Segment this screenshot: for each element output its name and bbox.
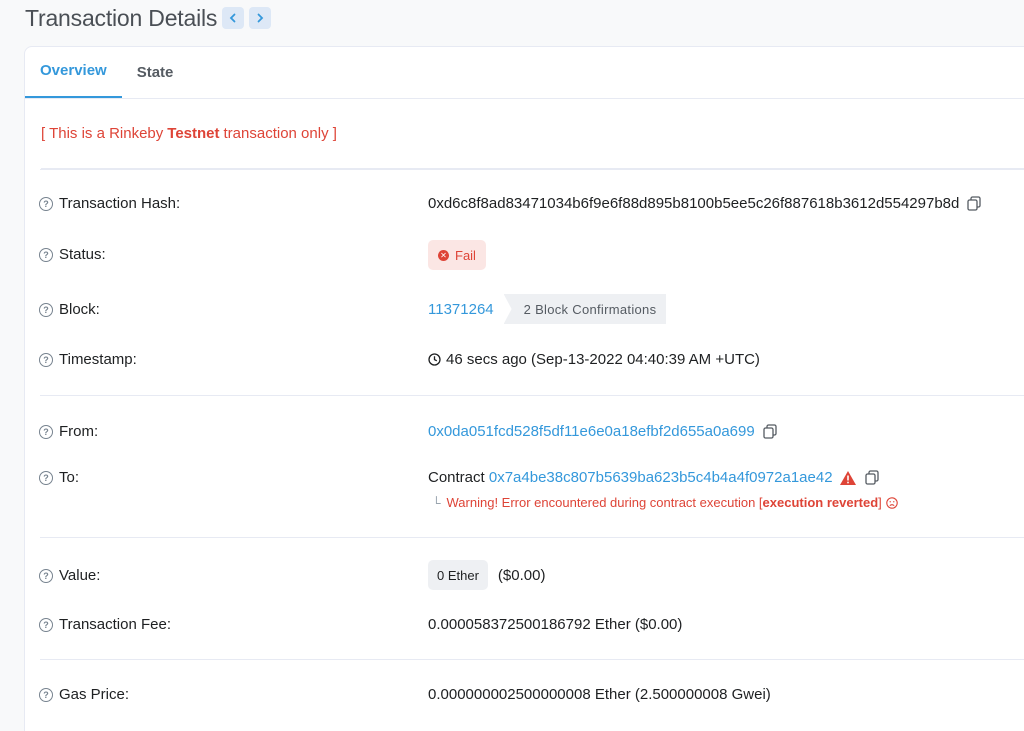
divider [40, 659, 1024, 660]
warning-prefix: Warning! Error encountered during contra… [446, 495, 763, 510]
row-status: ? Status: [39, 246, 106, 263]
divider [40, 169, 1024, 170]
tree-branch-icon: └ [432, 495, 441, 510]
next-tx-button[interactable] [249, 7, 272, 29]
confirmations-badge: 2 Block Confirmations [503, 294, 667, 324]
status-value: ✕ Fail [428, 240, 486, 270]
row-gas-price: ? Gas Price: [39, 686, 129, 703]
page-title: Transaction Details [25, 4, 218, 31]
gas-price-value: 0.000000002500000008 Ether (2.500000008 … [428, 686, 771, 703]
block-number-link[interactable]: 11371264 [428, 301, 494, 318]
warning-suffix: ] [878, 495, 882, 510]
fee-value: 0.000058372500186792 Ether ($0.00) [428, 616, 683, 633]
page-header: Transaction Details [25, 4, 272, 32]
timestamp-text: 46 secs ago (Sep-13-2022 04:40:39 AM +UT… [446, 351, 760, 368]
tx-hash-value: 0xd6c8f8ad83471034b6f9e6f88d895b8100b5ee… [428, 195, 982, 212]
tab-state[interactable]: State [122, 46, 189, 98]
testnet-notice: [ This is a Rinkeby Testnet transaction … [41, 99, 1024, 169]
to-address-link[interactable]: 0x7a4be38c807b5639ba623b5c4b4a4f0972a1ae… [489, 469, 833, 486]
gas-price-label: Gas Price: [59, 686, 130, 703]
question-icon[interactable]: ? [39, 470, 53, 485]
status-label: Status: [59, 246, 106, 263]
question-icon[interactable]: ? [39, 568, 53, 583]
execution-warning: └ Warning! Error encountered during cont… [432, 495, 898, 510]
fail-icon: ✕ [438, 249, 449, 261]
from-label: From: [59, 423, 99, 440]
copy-icon[interactable] [967, 196, 982, 211]
warning-icon [839, 470, 856, 485]
question-icon[interactable]: ? [39, 424, 53, 439]
copy-icon[interactable] [864, 470, 879, 485]
question-icon[interactable]: ? [39, 247, 53, 262]
question-icon[interactable]: ? [39, 302, 53, 317]
value-usd: ($0.00) [497, 566, 546, 584]
fee-label: Transaction Fee: [59, 616, 171, 633]
testnet-prefix: [ This is a Rinkeby [41, 125, 164, 142]
divider [40, 395, 1024, 396]
tx-hash-text: 0xd6c8f8ad83471034b6f9e6f88d895b8100b5ee… [428, 195, 960, 212]
chevron-right-icon [257, 13, 264, 23]
to-prefix: Contract [428, 469, 485, 486]
block-value: 11371264 2 Block Confirmations [428, 294, 667, 324]
question-icon[interactable]: ? [39, 352, 53, 367]
row-tx-hash: ? Transaction Hash: [39, 195, 180, 212]
value-value: 0 Ether ($0.00) [428, 560, 545, 590]
row-timestamp: ? Timestamp: [39, 351, 137, 368]
timestamp-value: 46 secs ago (Sep-13-2022 04:40:39 AM +UT… [428, 351, 760, 368]
to-label: To: [59, 469, 80, 486]
row-block: ? Block: [39, 301, 100, 318]
to-value: Contract 0x7a4be38c807b5639ba623b5c4b4a4… [428, 469, 879, 486]
divider [40, 537, 1024, 538]
from-address-link[interactable]: 0x0da051fcd528f5df11e6e0a18efbf2d655a0a6… [428, 423, 755, 440]
ether-badge: 0 Ether [428, 560, 488, 590]
row-fee: ? Transaction Fee: [39, 616, 171, 633]
previous-tx-button[interactable] [222, 7, 245, 29]
tab-overview[interactable]: Overview [25, 46, 122, 98]
row-from: ? From: [39, 423, 98, 440]
question-icon[interactable]: ? [39, 617, 53, 632]
tx-hash-label-text: Transaction Hash: [59, 195, 181, 212]
clock-icon [428, 353, 441, 366]
warning-bold: execution reverted [762, 495, 879, 510]
question-icon[interactable]: ? [39, 196, 53, 211]
question-icon[interactable]: ? [39, 687, 53, 702]
value-label: Value: [59, 567, 101, 584]
testnet-suffix: transaction only ] [223, 125, 337, 142]
tx-hash-label: ? Transaction Hash: [39, 195, 180, 212]
chevron-left-icon [229, 13, 236, 23]
copy-icon[interactable] [763, 424, 777, 439]
sad-face-icon [886, 496, 898, 509]
tab-bar: Overview State [25, 47, 1024, 99]
timestamp-label: Timestamp: [59, 351, 137, 368]
block-label: Block: [59, 301, 100, 318]
row-value: ? Value: [39, 567, 100, 584]
testnet-bold: Testnet [167, 125, 220, 142]
from-value: 0x0da051fcd528f5df11e6e0a18efbf2d655a0a6… [428, 423, 777, 440]
row-to: ? To: [39, 469, 79, 486]
status-text: Fail [455, 247, 476, 263]
status-badge: ✕ Fail [428, 240, 486, 270]
